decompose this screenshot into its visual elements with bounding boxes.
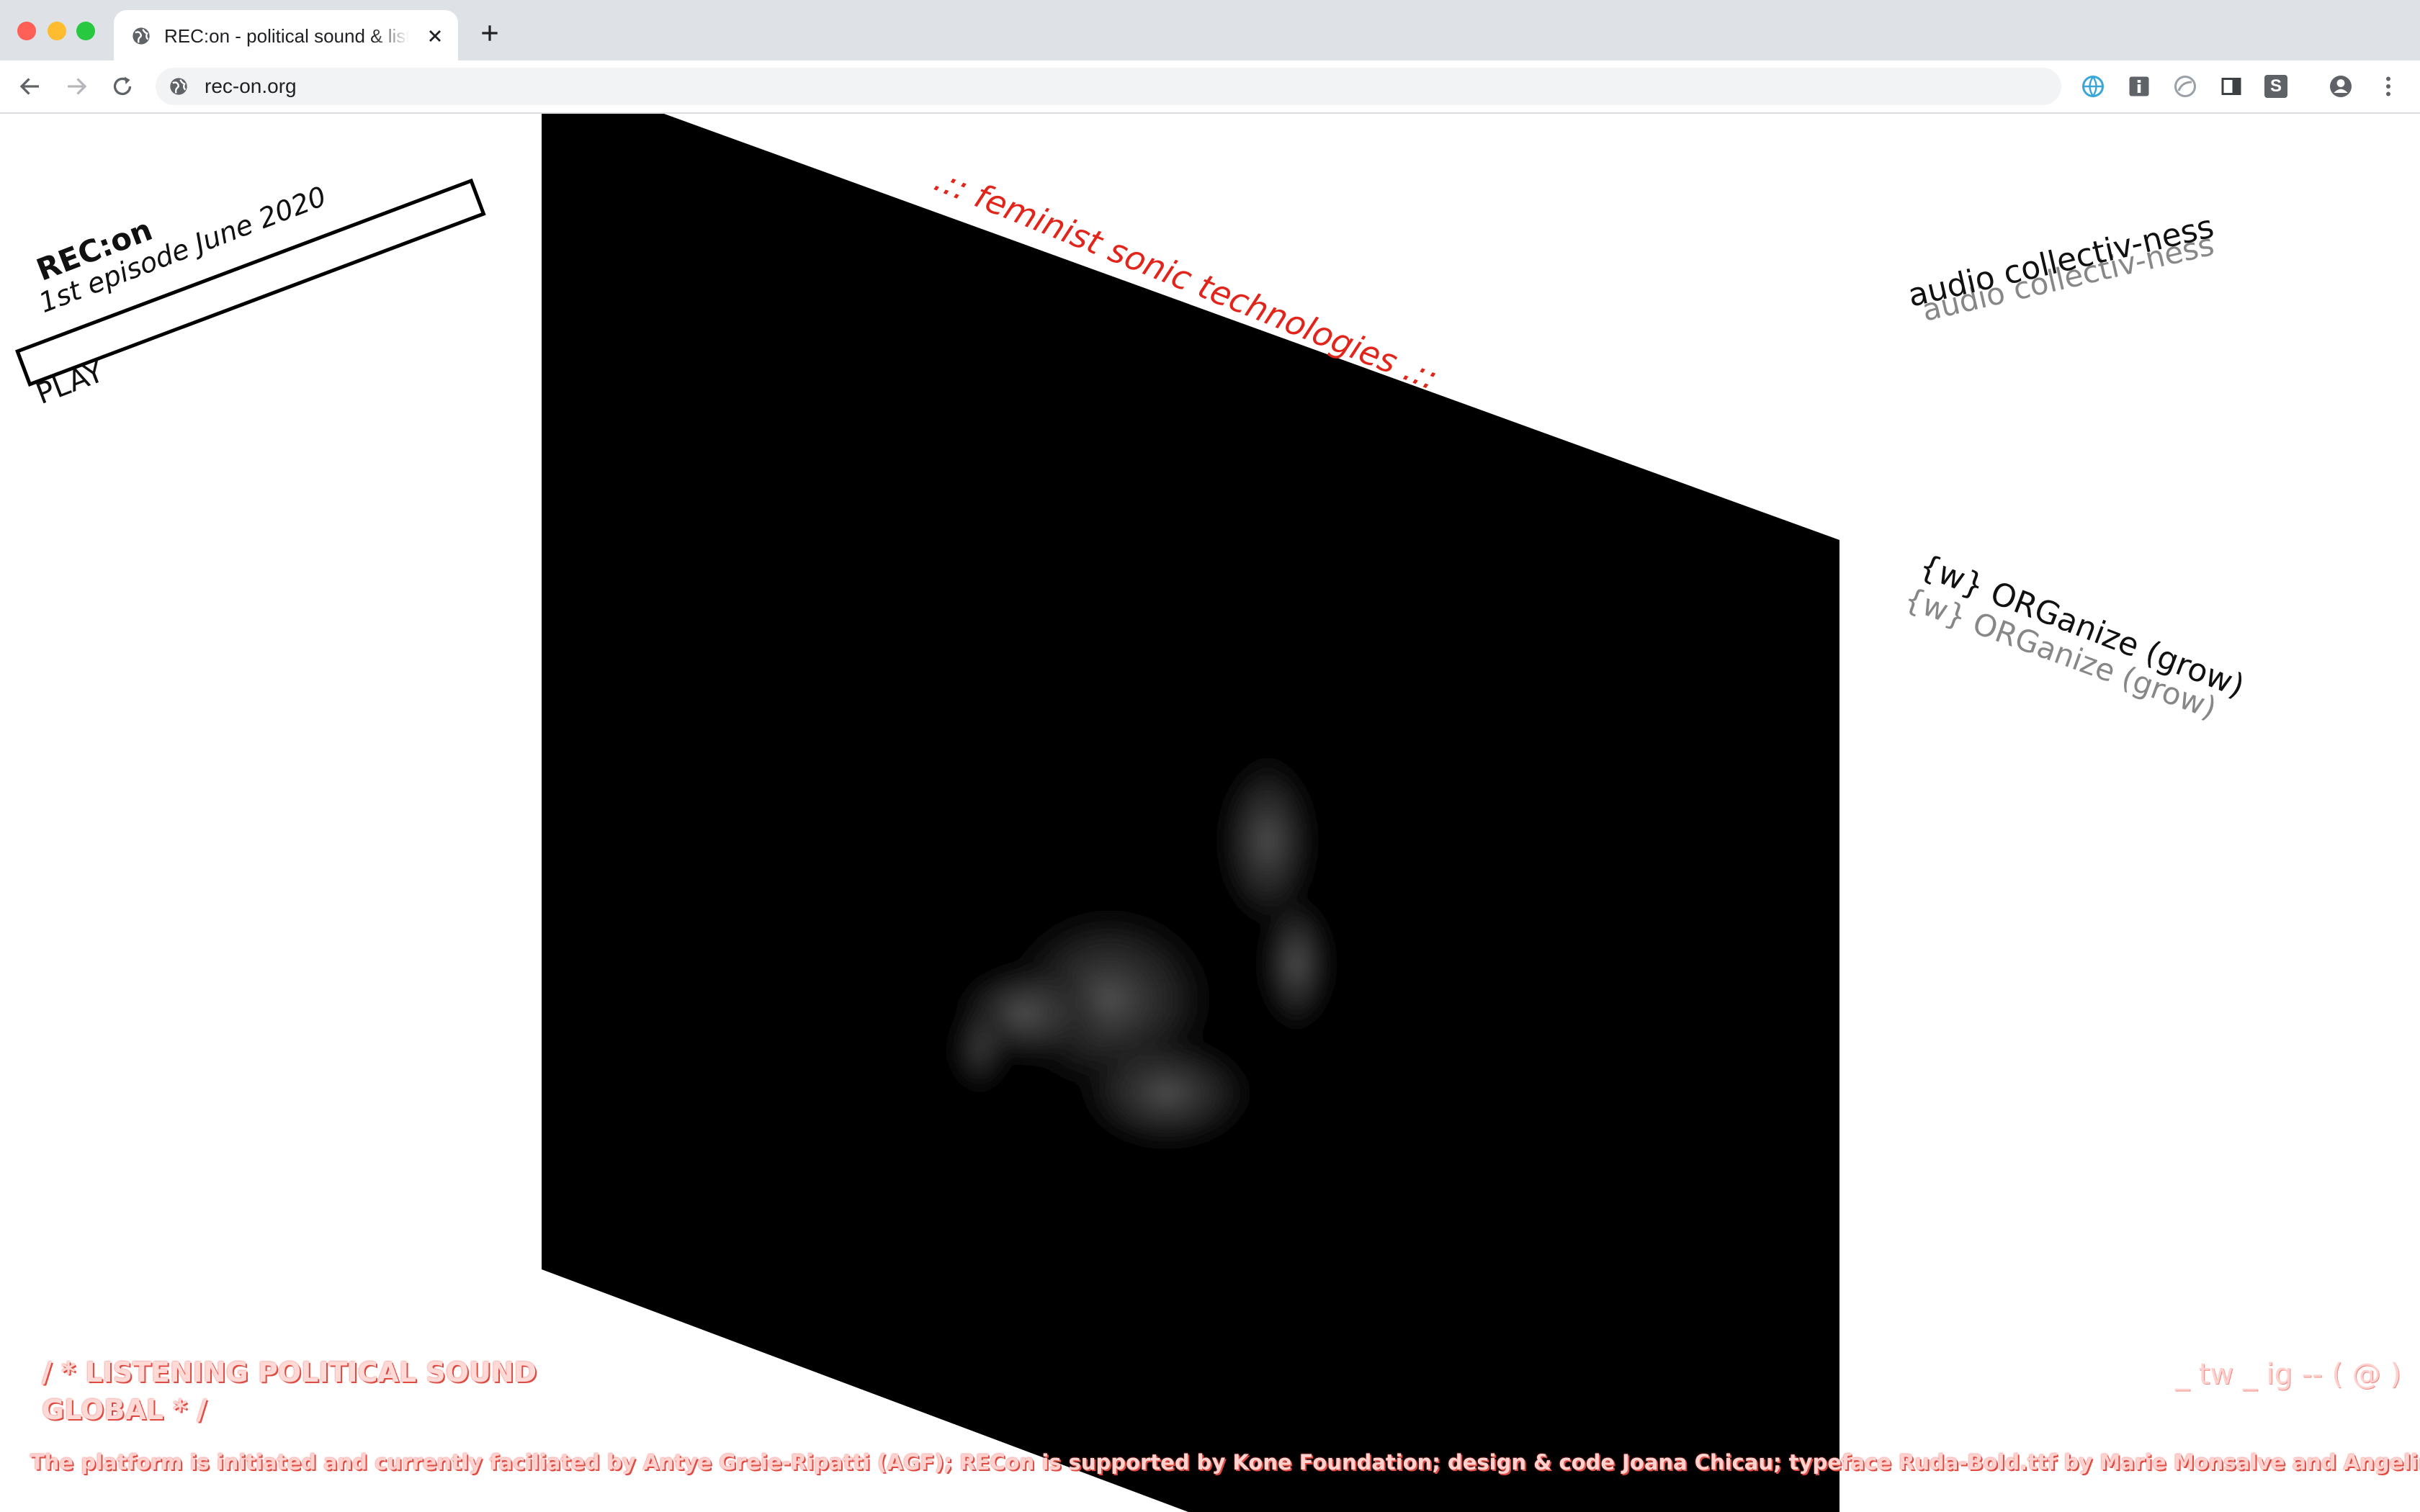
forward-icon[interactable] xyxy=(63,73,89,99)
listening-heading: / * LISTENING POLITICAL SOUND GLOBAL * / xyxy=(42,1354,560,1428)
reader-icon[interactable] xyxy=(2218,73,2244,99)
s-icon[interactable]: S xyxy=(2264,75,2287,98)
vpn-icon[interactable] xyxy=(2080,73,2106,99)
maximize-window-button[interactable] xyxy=(76,22,95,40)
browser-tab[interactable]: REC:on - political sound & listening xyxy=(114,10,458,60)
video-panel[interactable] xyxy=(0,114,2420,1512)
footer-credits: The platform is initiated and currently … xyxy=(30,1450,2420,1475)
listening-line-1: / * LISTENING POLITICAL SOUND xyxy=(42,1356,537,1388)
globe-icon[interactable] xyxy=(169,76,189,96)
close-tab-icon[interactable] xyxy=(425,26,445,46)
social-links[interactable]: _ tw _ ig -- ( @ ) xyxy=(2175,1358,2401,1391)
new-tab-icon[interactable] xyxy=(478,22,501,45)
close-window-button[interactable] xyxy=(17,22,36,40)
tab-title: REC:on - political sound & listening xyxy=(164,25,409,47)
speed-icon[interactable] xyxy=(2172,73,2198,99)
page-viewport: REC:on 1st episode June 2020 PLAY .:: fe… xyxy=(0,114,2420,1512)
globe-icon xyxy=(133,27,150,45)
minimize-window-button[interactable] xyxy=(48,22,66,40)
listening-line-2: GLOBAL * / xyxy=(42,1394,207,1426)
menu-dots-icon[interactable] xyxy=(2375,73,2401,99)
reload-icon[interactable] xyxy=(109,73,135,99)
url-text: rec-on.org xyxy=(205,75,297,97)
back-icon[interactable] xyxy=(17,73,43,99)
browser-toolbar: rec-on.org S xyxy=(0,60,2420,114)
profile-icon[interactable] xyxy=(2328,73,2354,99)
info-icon[interactable] xyxy=(2126,73,2152,99)
address-bar[interactable]: rec-on.org xyxy=(156,68,2061,105)
browser-tab-strip: REC:on - political sound & listening xyxy=(0,0,2420,60)
